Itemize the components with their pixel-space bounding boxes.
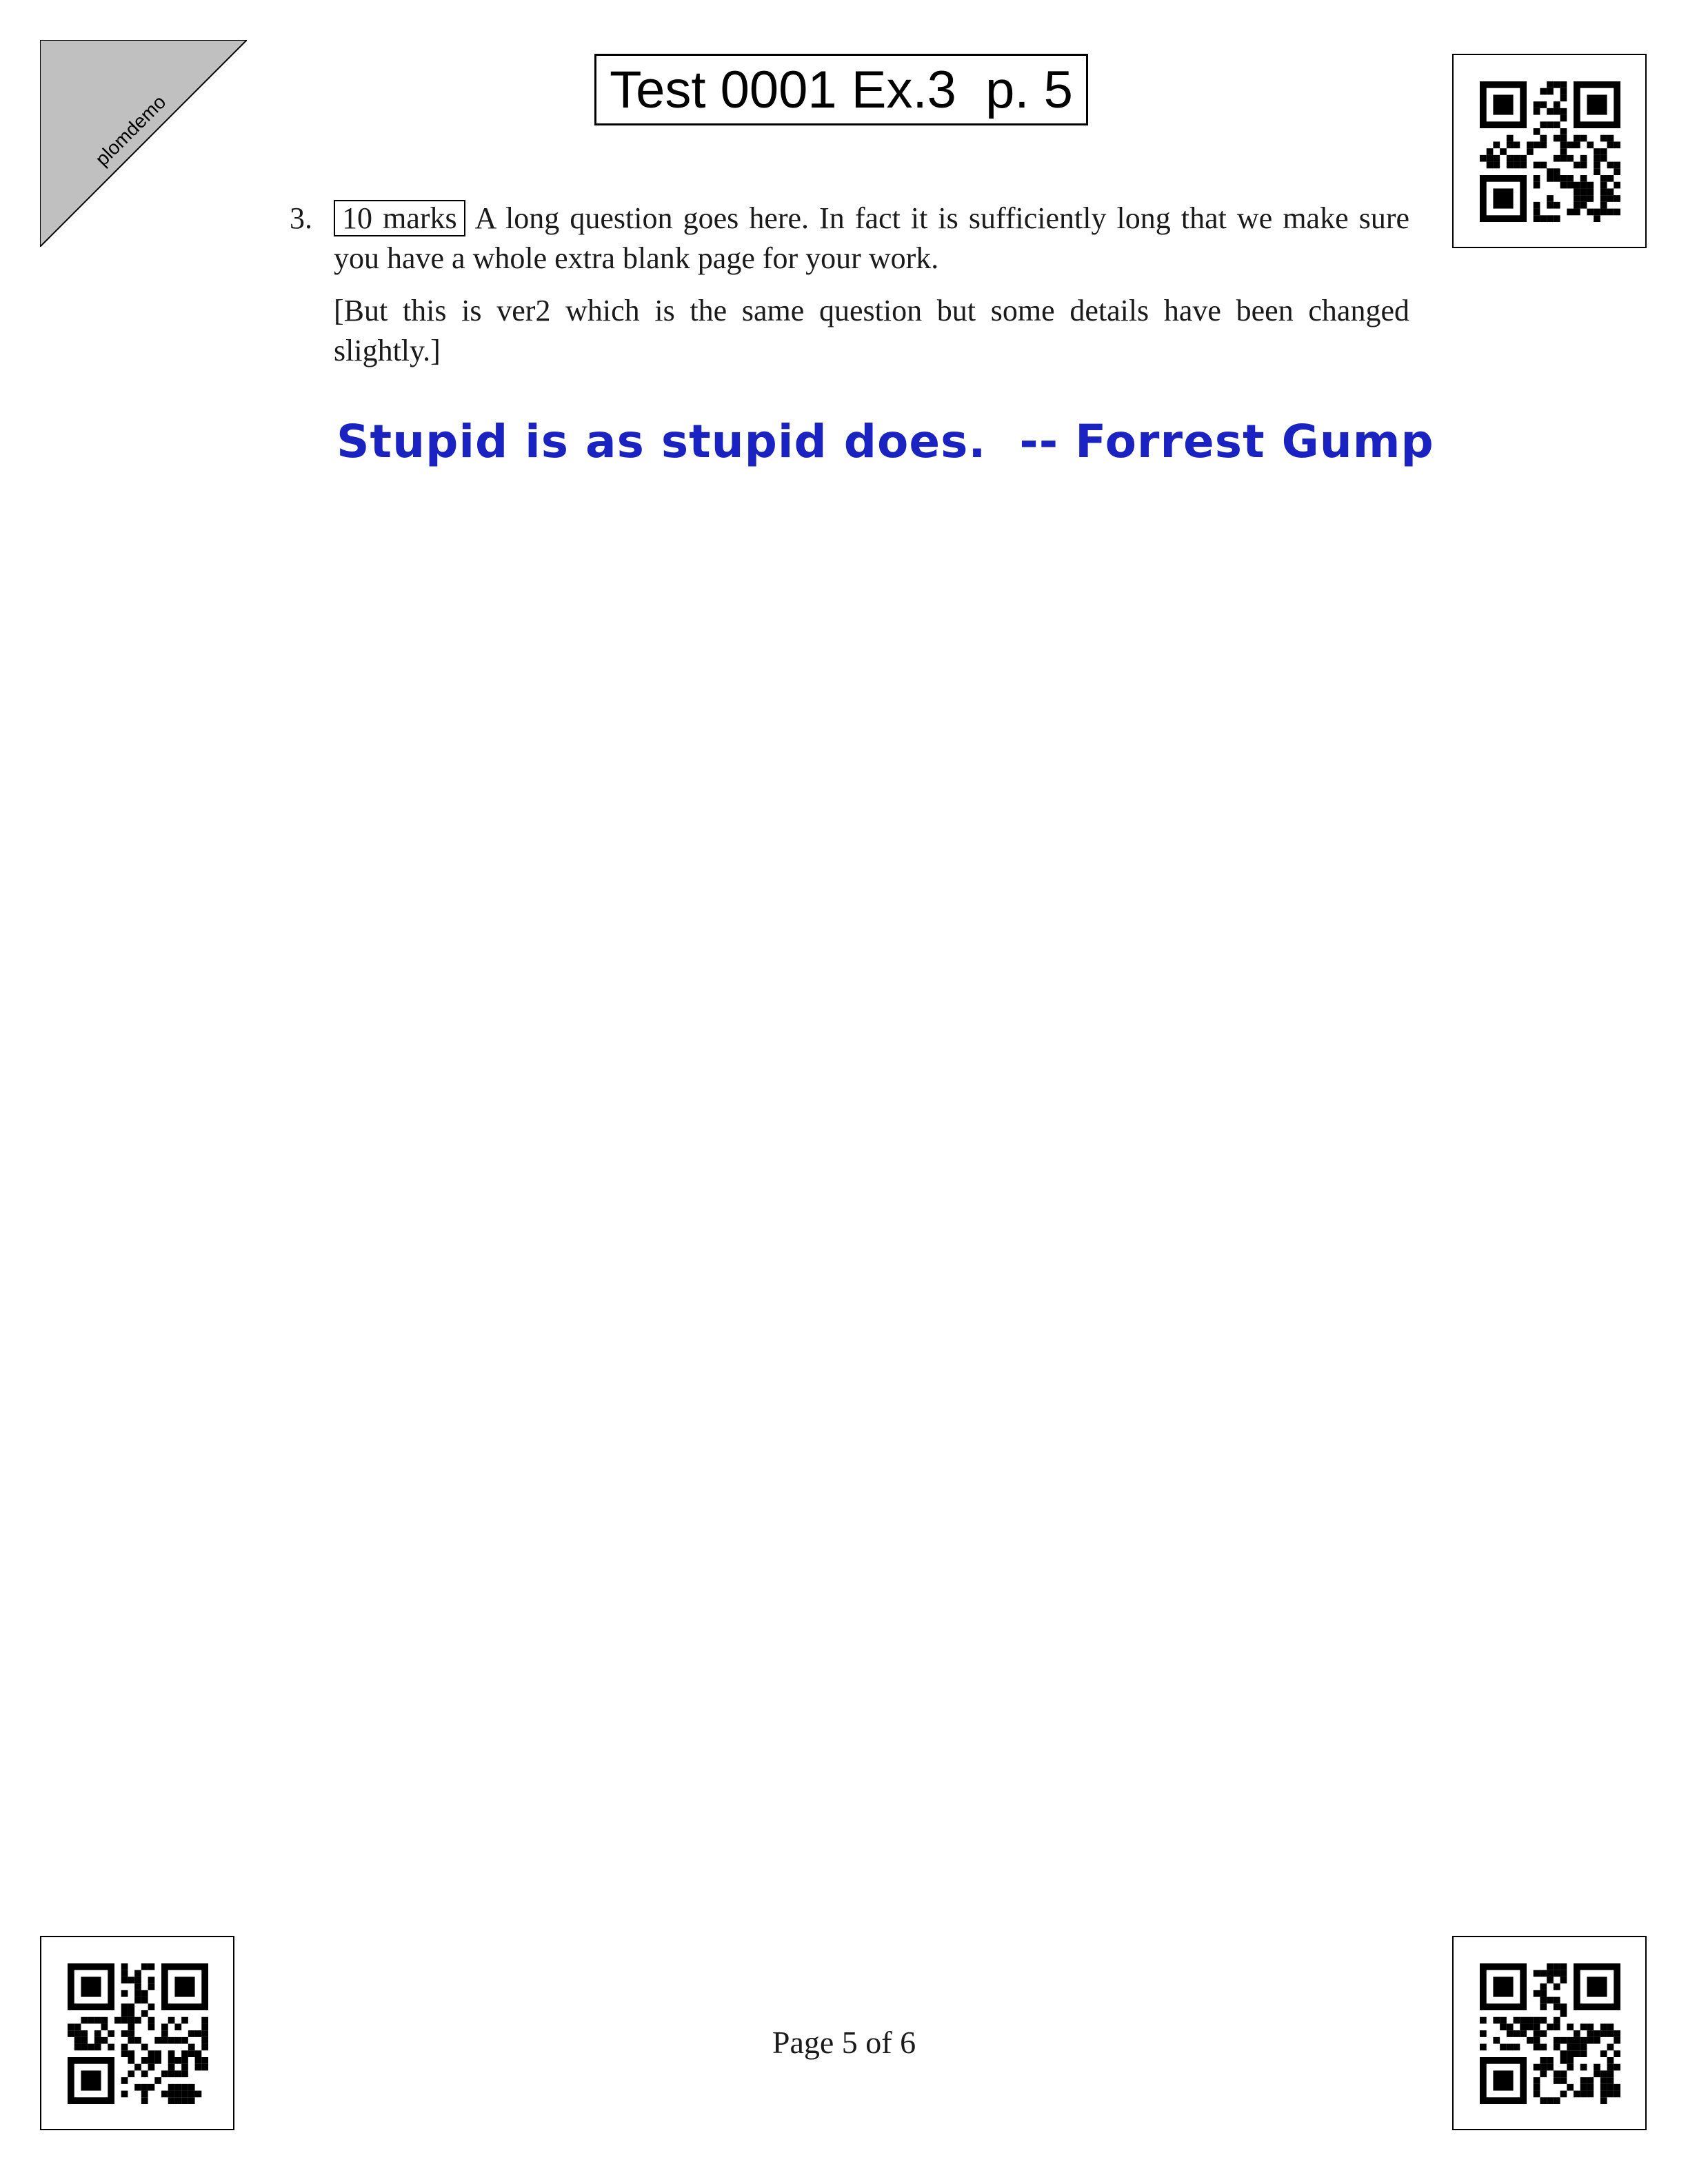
page-header-title: Test 0001 Ex.3 p. 5 bbox=[594, 54, 1088, 125]
question-body: 10 marks A long question goes here. In fa… bbox=[334, 199, 1409, 371]
question-text: A long question goes here. In fact it is… bbox=[334, 201, 1410, 275]
qr-code-top-right bbox=[1452, 54, 1647, 248]
page-number-footer: Page 5 of 6 bbox=[772, 2025, 916, 2060]
plomdemo-corner-stamp: plomdemo bbox=[40, 40, 247, 247]
handwritten-annotation: Stupid is as stupid does. -- Forrest Gum… bbox=[336, 415, 1434, 468]
marks-badge: 10 marks bbox=[334, 200, 465, 236]
question-text-paragraph: 10 marks A long question goes here. In fa… bbox=[334, 199, 1409, 279]
qr-code-icon bbox=[1480, 81, 1620, 222]
question-number: 3. bbox=[290, 201, 312, 235]
question-version-note: [But this is ver2 which is the same ques… bbox=[334, 294, 1409, 367]
